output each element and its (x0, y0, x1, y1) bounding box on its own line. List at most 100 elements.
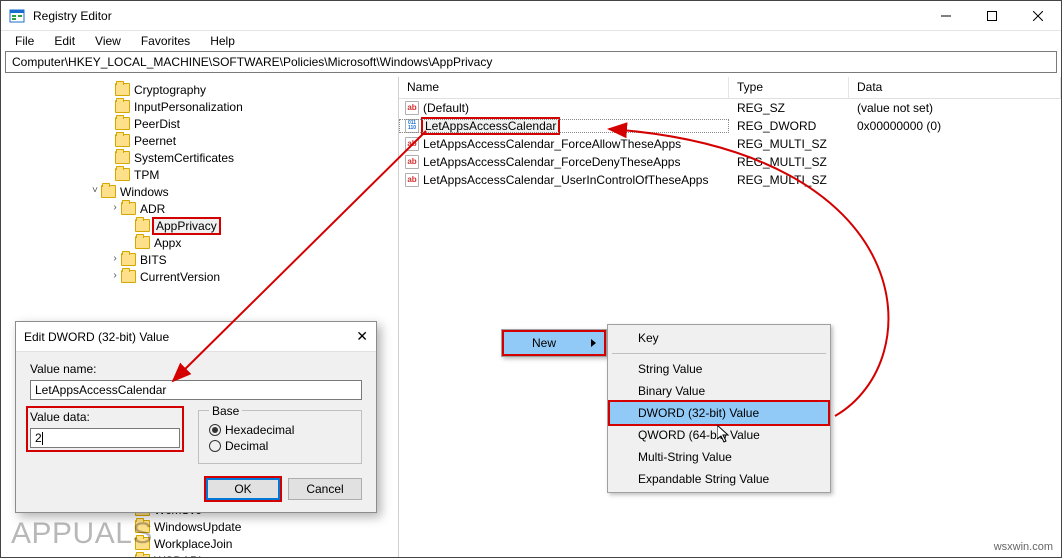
folder-icon (115, 100, 130, 113)
folder-icon (121, 253, 136, 266)
tree-label: Cryptography (134, 83, 206, 97)
menu-bar: File Edit View Favorites Help (1, 31, 1061, 51)
edit-dword-dialog: Edit DWORD (32-bit) Value ✕ Value name: … (15, 321, 377, 513)
cancel-button[interactable]: Cancel (288, 478, 362, 500)
watermark: APPUALS (11, 517, 153, 551)
folder-icon (115, 117, 130, 130)
folder-icon (115, 151, 130, 164)
folder-icon (101, 185, 116, 198)
regedit-icon (9, 8, 25, 24)
dialog-titlebar[interactable]: Edit DWORD (32-bit) Value ✕ (16, 322, 376, 352)
sub-expandable[interactable]: Expandable String Value (610, 468, 828, 490)
expand-icon[interactable]: › (109, 271, 121, 282)
submenu-arrow-icon (591, 339, 596, 347)
tree-item-appx[interactable]: Appx (1, 234, 398, 251)
folder-icon (135, 554, 150, 557)
tree-label: WorkplaceJoin (154, 537, 232, 551)
base-legend: Base (209, 404, 242, 418)
menu-view[interactable]: View (87, 32, 129, 50)
tree-label: WindowsUpdate (154, 520, 241, 534)
radio-icon (209, 440, 221, 452)
expand-icon[interactable]: › (109, 203, 121, 214)
dialog-close-button[interactable]: ✕ (356, 328, 368, 345)
value-row[interactable]: ab LetAppsAccessCalendar_ForceAllowTheseA… (399, 135, 1061, 153)
ctx-new[interactable]: New (504, 332, 604, 354)
value-row[interactable]: abLetAppsAccessCalendar_UserInControlOfT… (399, 171, 1061, 189)
radio-hex[interactable]: Hexadecimal (209, 423, 351, 437)
value-row[interactable]: ab (Default) REG_SZ(value not set) (399, 99, 1061, 117)
tree-item-currentversion[interactable]: ›CurrentVersion (1, 268, 398, 285)
tree-item-peernet[interactable]: Peernet (1, 132, 398, 149)
sub-key[interactable]: Key (610, 327, 828, 349)
tree-item-windows[interactable]: ˅ Windows (1, 183, 398, 200)
sub-separator (612, 353, 826, 354)
folder-icon (115, 83, 130, 96)
string-value-icon: ab (405, 173, 419, 187)
value-name: LetAppsAccessCalendar_ForceAllowTheseApp… (423, 137, 681, 151)
window-title: Registry Editor (33, 9, 923, 23)
folder-icon (121, 270, 136, 283)
tree-item-peerdist[interactable]: PeerDist (1, 115, 398, 132)
folder-icon (115, 168, 130, 181)
value-name: (Default) (423, 101, 469, 115)
col-type[interactable]: Type (729, 77, 849, 98)
ctx-new-label: New (532, 336, 556, 350)
label-value-data: Value data: (30, 410, 180, 424)
expand-icon[interactable]: ˅ (89, 186, 101, 197)
menu-favorites[interactable]: Favorites (133, 32, 198, 50)
values-header: Name Type Data (399, 77, 1061, 99)
expand-icon[interactable]: › (109, 254, 121, 265)
radio-dec[interactable]: Decimal (209, 439, 351, 453)
maximize-button[interactable] (969, 1, 1015, 31)
tree-item-wsdapi[interactable]: WSDAPI (1, 552, 398, 557)
tree-label: Windows (120, 185, 169, 199)
menu-file[interactable]: File (7, 32, 42, 50)
folder-icon (135, 219, 150, 232)
label-value-name: Value name: (30, 362, 362, 376)
folder-icon (121, 202, 136, 215)
value-row[interactable]: 011 110LetAppsAccessCalendarREG_DWORD0x0… (399, 117, 1061, 135)
tree-label: WSDAPI (154, 554, 201, 558)
address-bar[interactable]: Computer\HKEY_LOCAL_MACHINE\SOFTWARE\Pol… (5, 51, 1057, 73)
menu-help[interactable]: Help (202, 32, 243, 50)
tree-label: PeerDist (134, 117, 180, 131)
tree-label: Appx (154, 236, 181, 250)
tree-label: TPM (134, 168, 159, 182)
window-controls (923, 1, 1061, 31)
value-type: REG_SZ (729, 101, 849, 115)
caret-icon (42, 432, 43, 445)
value-row[interactable]: abLetAppsAccessCalendar_ForceDenyTheseAp… (399, 153, 1061, 171)
string-value-icon: ab (405, 101, 419, 115)
close-button[interactable] (1015, 1, 1061, 31)
col-data[interactable]: Data (849, 77, 1061, 98)
tree-item-cryptography[interactable]: Cryptography (1, 81, 398, 98)
string-value-icon: ab (405, 137, 419, 151)
col-name[interactable]: Name (399, 77, 729, 98)
tree-item-inputpersonalization[interactable]: InputPersonalization (1, 98, 398, 115)
context-submenu-new[interactable]: Key String Value Binary Value DWORD (32-… (607, 324, 831, 493)
radio-icon (209, 424, 221, 436)
tree-item-tpm[interactable]: TPM (1, 166, 398, 183)
tree-label: SystemCertificates (134, 151, 234, 165)
tree-label: BITS (140, 253, 167, 267)
folder-icon (115, 134, 130, 147)
tree-item-appprivacy[interactable]: AppPrivacy (1, 217, 398, 234)
value-name-input[interactable] (30, 380, 362, 400)
value-type: REG_MULTI_SZ (729, 137, 849, 151)
menu-edit[interactable]: Edit (46, 32, 83, 50)
address-path: Computer\HKEY_LOCAL_MACHINE\SOFTWARE\Pol… (12, 55, 492, 69)
sub-multi[interactable]: Multi-String Value (610, 446, 828, 468)
sub-binary[interactable]: Binary Value (610, 380, 828, 402)
ok-button[interactable]: OK (206, 478, 280, 500)
sub-string[interactable]: String Value (610, 358, 828, 380)
context-menu[interactable]: New (501, 329, 607, 357)
minimize-button[interactable] (923, 1, 969, 31)
value-type: REG_DWORD (729, 119, 849, 133)
tree-item-bits[interactable]: › BITS (1, 251, 398, 268)
value-data: (value not set) (849, 101, 1061, 115)
value-data-input[interactable]: 2 (30, 428, 180, 448)
string-value-icon: ab (405, 155, 419, 169)
sub-dword[interactable]: DWORD (32-bit) Value (610, 402, 828, 424)
tree-item-adr[interactable]: ›ADR (1, 200, 398, 217)
tree-item-systemcertificates[interactable]: SystemCertificates (1, 149, 398, 166)
